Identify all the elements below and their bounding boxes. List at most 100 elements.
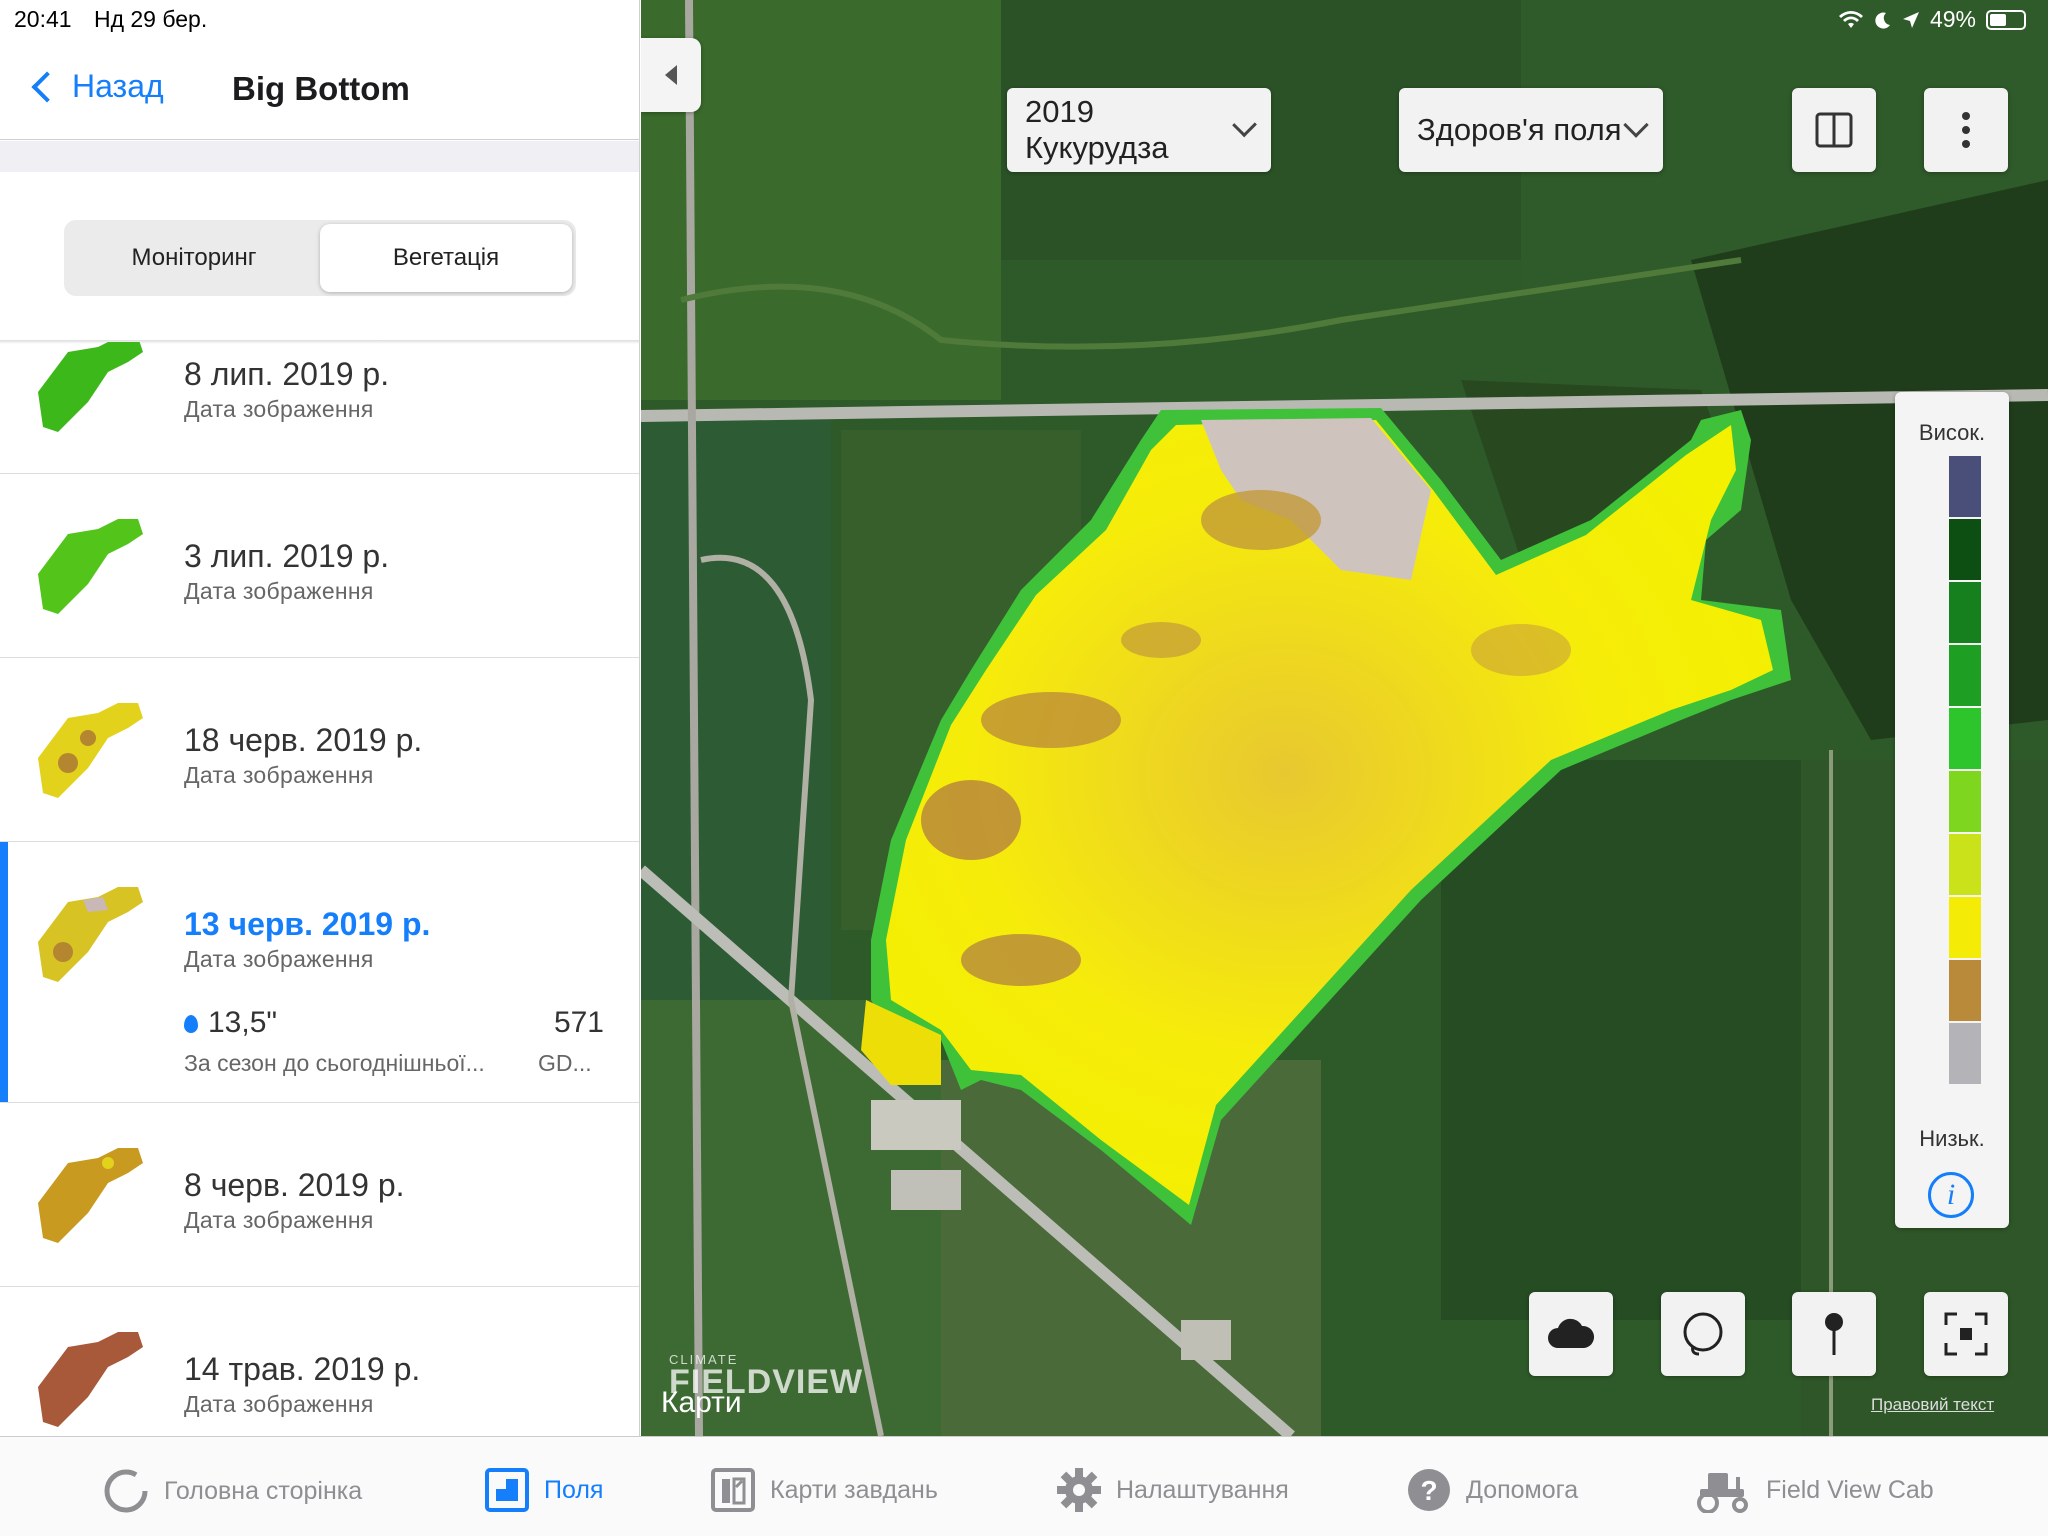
legend-swatch bbox=[1949, 834, 1981, 897]
rainfall-value: 13,5" bbox=[184, 1006, 277, 1040]
image-date-label: Дата зображення bbox=[184, 1391, 374, 1417]
tab-fields[interactable]: Поля bbox=[484, 1467, 603, 1513]
field-title: Big Bottom bbox=[232, 70, 410, 107]
legal-text-link[interactable]: Правовий текст bbox=[1871, 1395, 1994, 1415]
image-date: 14 трав. 2019 р. bbox=[184, 1351, 421, 1387]
tab-label: Головна сторінка bbox=[164, 1476, 363, 1505]
tab-label: Карти завдань bbox=[770, 1475, 938, 1504]
field-side-panel: Назад Big Bottom Моніторинг Вегетація 8 … bbox=[0, 0, 640, 1436]
tab-label: Поля bbox=[544, 1475, 604, 1504]
raindrop-icon bbox=[184, 1015, 198, 1033]
tab-field-view-cab[interactable]: Field View Cab bbox=[1694, 1467, 1934, 1513]
more-options-button[interactable] bbox=[1924, 88, 2008, 172]
legend-swatch bbox=[1949, 645, 1981, 708]
rainfall-label: За сезон до сьогоднішньої... bbox=[184, 1050, 485, 1076]
image-date-label: Дата зображення bbox=[184, 946, 374, 972]
legend-low-label: Низьк. bbox=[1919, 1126, 1985, 1151]
tab-label: Налаштування bbox=[1116, 1475, 1289, 1504]
bottom-tab-bar: Головна сторінка Поля Карти завдань Нала… bbox=[0, 1436, 2048, 1536]
imagery-item[interactable]: 8 лип. 2019 р. Дата зображення bbox=[0, 342, 639, 474]
drop-pin-button[interactable] bbox=[1792, 1292, 1876, 1376]
home-ring-icon bbox=[102, 1467, 150, 1515]
cloud-icon bbox=[1548, 1318, 1595, 1348]
image-date: 13 черв. 2019 р. bbox=[184, 906, 431, 942]
tab-help[interactable]: ? Допомога bbox=[1406, 1467, 1578, 1513]
legend-swatch bbox=[1949, 582, 1981, 645]
field-thumbnail bbox=[38, 887, 143, 982]
imagery-item-selected[interactable]: 13 черв. 2019 р. Дата зображення 13,5" 5… bbox=[0, 842, 639, 1103]
status-time: 20:41 bbox=[14, 6, 72, 32]
image-date: 18 черв. 2019 р. bbox=[184, 722, 423, 758]
gear-icon bbox=[1056, 1467, 1102, 1513]
battery-percent: 49% bbox=[1929, 6, 1976, 32]
selection-indicator bbox=[0, 842, 8, 1102]
legend-swatch bbox=[1949, 1023, 1981, 1086]
season-crop-dropdown[interactable]: 2019 Кукурудза bbox=[1007, 88, 1271, 172]
weather-button[interactable] bbox=[1529, 1292, 1613, 1376]
more-vertical-icon bbox=[1962, 112, 1970, 148]
field-thumbnail bbox=[38, 703, 143, 798]
satellite-imagery bbox=[641, 0, 2048, 1436]
field-map[interactable]: 2019 Кукурудза Здоров'я поля Висок. Низь… bbox=[641, 0, 2048, 1436]
info-icon[interactable]: i bbox=[1928, 1172, 1974, 1218]
gdd-value: 571 bbox=[553, 1006, 604, 1039]
split-view-button[interactable] bbox=[1792, 88, 1876, 172]
back-button[interactable]: Назад bbox=[28, 68, 164, 105]
chevron-down-icon bbox=[1623, 112, 1649, 138]
chevron-left-icon bbox=[31, 70, 63, 103]
image-date-label: Дата зображення bbox=[184, 396, 374, 422]
legend-high-label: Висок. bbox=[1918, 420, 1986, 445]
segment-vegetation[interactable]: Вегетація bbox=[320, 224, 572, 292]
svg-text:?: ? bbox=[1420, 1475, 1437, 1506]
lasso-icon bbox=[1683, 1312, 1723, 1356]
field-thumbnail bbox=[38, 1332, 143, 1427]
legend-swatch bbox=[1949, 456, 1981, 519]
view-segmented-control: Моніторинг Вегетація bbox=[64, 220, 576, 296]
legend-swatches bbox=[1949, 456, 1981, 1086]
legend-swatch bbox=[1949, 519, 1981, 582]
apple-maps-attribution: Карти bbox=[661, 1386, 742, 1419]
field-thumbnail bbox=[38, 1148, 143, 1243]
segment-monitoring[interactable]: Моніторинг bbox=[68, 224, 320, 292]
chevron-left-icon bbox=[665, 65, 677, 85]
prescription-icon bbox=[710, 1467, 756, 1513]
legend-swatch bbox=[1949, 897, 1981, 960]
fields-icon bbox=[484, 1467, 530, 1513]
wifi-icon bbox=[1838, 10, 1863, 28]
image-date: 3 лип. 2019 р. bbox=[184, 538, 390, 574]
location-icon bbox=[1902, 11, 1919, 28]
recenter-button[interactable] bbox=[1924, 1292, 2008, 1376]
imagery-item[interactable]: 8 черв. 2019 р. Дата зображення bbox=[0, 1103, 639, 1287]
help-icon: ? bbox=[1406, 1467, 1452, 1513]
image-date: 8 лип. 2019 р. bbox=[184, 356, 390, 392]
tab-home[interactable]: Головна сторінка bbox=[102, 1467, 362, 1515]
battery-icon bbox=[1986, 9, 2026, 30]
field-thumbnail bbox=[38, 519, 143, 614]
tab-label: Field View Cab bbox=[1766, 1475, 1934, 1504]
draw-region-button[interactable] bbox=[1661, 1292, 1745, 1376]
legend-swatch bbox=[1949, 708, 1981, 771]
field-thumbnail bbox=[38, 342, 143, 432]
status-bar-right: 49% bbox=[1838, 6, 2026, 33]
ndvi-legend: Висок. Низьк. i bbox=[1895, 392, 2009, 1228]
moon-icon bbox=[1875, 12, 1890, 29]
image-date-label: Дата зображення bbox=[184, 762, 374, 788]
legend-swatch bbox=[1949, 771, 1981, 834]
imagery-item[interactable]: 14 трав. 2019 р. Дата зображення bbox=[0, 1287, 639, 1436]
map-layer-value: Здоров'я поля bbox=[1417, 112, 1622, 147]
imagery-list: 8 лип. 2019 р. Дата зображення 3 лип. 20… bbox=[0, 342, 639, 1436]
collapse-panel-button[interactable] bbox=[641, 38, 701, 112]
back-label: Назад bbox=[72, 68, 164, 104]
image-date: 8 черв. 2019 р. bbox=[184, 1167, 405, 1203]
status-date: Нд 29 бер. bbox=[93, 6, 208, 32]
image-date-label: Дата зображення bbox=[184, 578, 374, 604]
tab-label: Допомога bbox=[1466, 1475, 1579, 1504]
imagery-item[interactable]: 18 черв. 2019 р. Дата зображення bbox=[0, 658, 639, 842]
focus-frame-icon bbox=[1944, 1312, 1988, 1356]
tab-settings[interactable]: Налаштування bbox=[1056, 1467, 1289, 1513]
header-separator bbox=[0, 141, 639, 172]
tab-prescriptions[interactable]: Карти завдань bbox=[710, 1467, 938, 1513]
imagery-item[interactable]: 3 лип. 2019 р. Дата зображення bbox=[0, 474, 639, 658]
split-view-icon bbox=[1815, 112, 1853, 148]
map-layer-dropdown[interactable]: Здоров'я поля bbox=[1399, 88, 1663, 172]
